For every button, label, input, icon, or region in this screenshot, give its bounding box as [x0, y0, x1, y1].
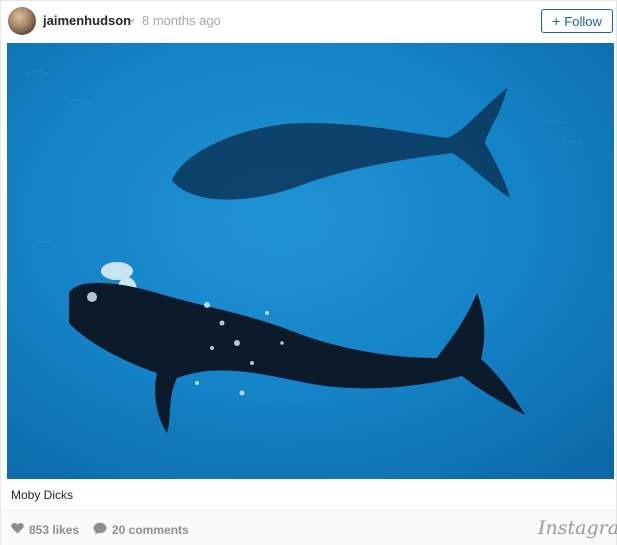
instagram-logo[interactable]: Instagram [538, 517, 617, 539]
post-header: jaimenhudson • 8 months ago + Follow [1, 1, 617, 43]
post-photo[interactable] [7, 43, 614, 479]
separator-dot: • [130, 12, 135, 28]
post-timestamp[interactable]: 8 months ago [142, 13, 221, 28]
post-footer: 853 likes 20 comments Instagram [1, 510, 617, 545]
comments-label: 20 comments [112, 523, 189, 537]
comments-count[interactable]: 20 comments [93, 522, 189, 538]
follow-button[interactable]: + Follow [541, 9, 613, 33]
instagram-embed-card: jaimenhudson • 8 months ago + Follow Mob… [0, 0, 617, 545]
speech-bubble-icon [93, 522, 112, 538]
post-caption: Moby Dicks [11, 488, 74, 502]
follow-label: Follow [564, 13, 602, 29]
heart-icon [11, 522, 29, 537]
plus-icon: + [552, 13, 561, 29]
likes-count[interactable]: 853 likes [11, 522, 79, 537]
likes-label: 853 likes [29, 522, 80, 537]
whales-image [7, 43, 614, 479]
username-link[interactable]: jaimenhudson [43, 13, 131, 28]
user-avatar[interactable] [8, 7, 36, 35]
